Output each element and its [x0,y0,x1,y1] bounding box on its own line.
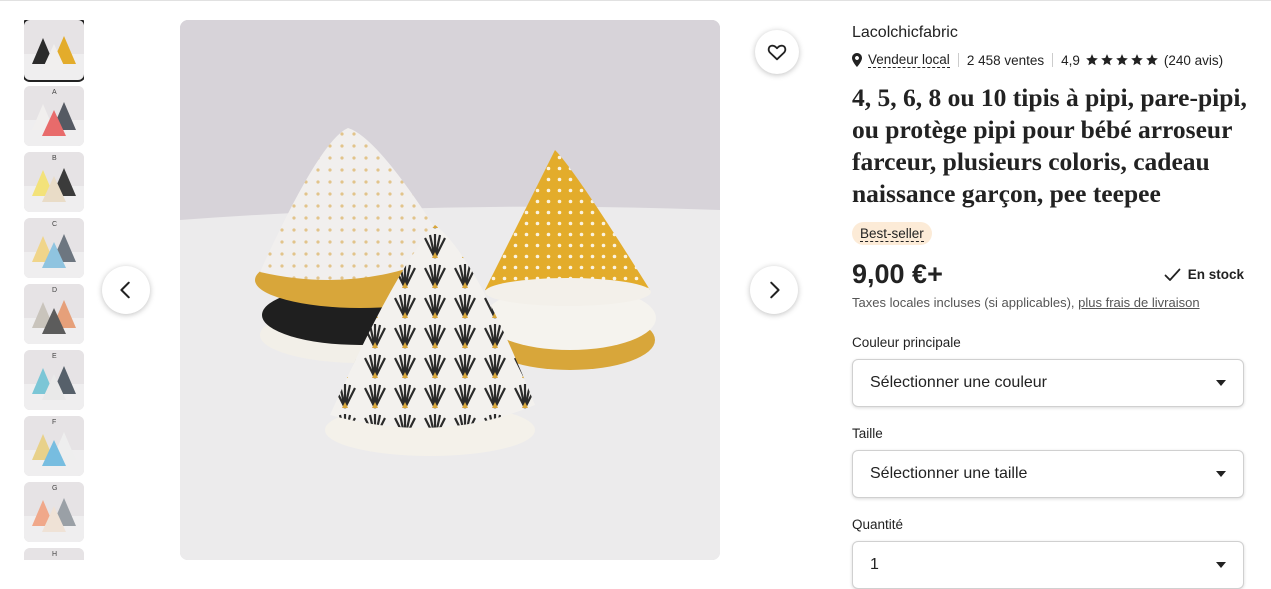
star-icon [1101,54,1113,66]
thumbnail-label: E [52,353,57,360]
thumbnail-label: A [52,89,57,96]
location-pin-icon [852,53,862,67]
thumbnail-label: C [52,221,58,228]
quantity-label: Quantité [852,517,904,532]
stock-label: En stock [1187,267,1244,282]
heart-icon [767,44,787,61]
chevron-right-icon [770,281,780,299]
color-select-value: Sélectionner une couleur [870,374,1048,391]
top-divider [0,0,1271,1]
thumbnail-label: F [52,419,57,426]
size-label: Taille [852,426,883,441]
thumbnail-5[interactable]: E [24,350,84,410]
caret-down-icon [1216,562,1226,568]
thumbnail-4[interactable]: D [24,284,84,344]
badge-label: Best-seller [860,226,924,242]
previous-image-button[interactable] [102,266,150,314]
thumbnail-label: B [52,155,57,162]
star-icon [1131,54,1143,66]
thumbnail-8[interactable]: H [24,548,84,560]
next-image-button[interactable] [750,266,798,314]
thumbnail-label: H [52,551,58,558]
caret-down-icon [1216,380,1226,386]
tax-text: Taxes locales incluses (si applicables), [852,295,1079,310]
quantity-select[interactable]: 1 [852,541,1244,589]
star-icon [1086,54,1098,66]
shipping-link[interactable]: plus frais de livraison [1078,295,1199,310]
rating-value: 4,9 [1061,52,1080,68]
color-select[interactable]: Sélectionner une couleur [852,359,1244,407]
color-label: Couleur principale [852,335,961,350]
meta-divider [1052,53,1054,67]
thumbnail-6[interactable]: F [24,416,84,476]
main-product-image [180,20,720,560]
rating-stars [1085,53,1159,67]
caret-down-icon [1216,471,1226,477]
thumbnail-label: G [52,485,58,492]
thumbnail-3[interactable]: C [24,218,84,278]
thumbnail-1[interactable]: A [24,86,84,146]
size-select[interactable]: Sélectionner une taille [852,450,1244,498]
thumbnail-0[interactable] [24,20,84,82]
stock-status: En stock [1164,267,1244,282]
thumbnail-7[interactable]: G [24,482,84,542]
sales-count: 2 458 ventes [966,52,1045,68]
star-icon [1146,54,1158,66]
thumbnail-2[interactable]: B [24,152,84,212]
favorite-button[interactable] [755,30,799,74]
listing-title: 4, 5, 6, 8 ou 10 tipis à pipi, pare-pipi… [852,83,1247,208]
best-seller-badge[interactable]: Best-seller [852,222,932,245]
price-row: 9,00 €+ En stock [852,259,1247,293]
listing-info: Lacolchicfabric Vendeur local 2 458 vent… [852,24,1247,589]
reviews-link[interactable]: (240 avis) [1164,53,1223,68]
shop-name[interactable]: Lacolchicfabric [852,24,1247,46]
star-icon [1116,54,1128,66]
meta-divider [957,53,959,67]
tax-note: Taxes locales incluses (si applicables),… [852,295,1247,310]
local-seller-link[interactable]: Vendeur local [868,52,950,68]
size-select-value: Sélectionner une taille [870,465,1028,482]
seller-meta: Vendeur local 2 458 ventes 4,9 (240 avis… [852,50,1247,70]
thumbnail-label: D [52,287,58,294]
quantity-select-value: 1 [870,556,879,573]
thumbnail-strip[interactable]: A B C D E F G H [24,20,84,560]
checkmark-icon [1164,268,1181,281]
chevron-left-icon [120,281,130,299]
